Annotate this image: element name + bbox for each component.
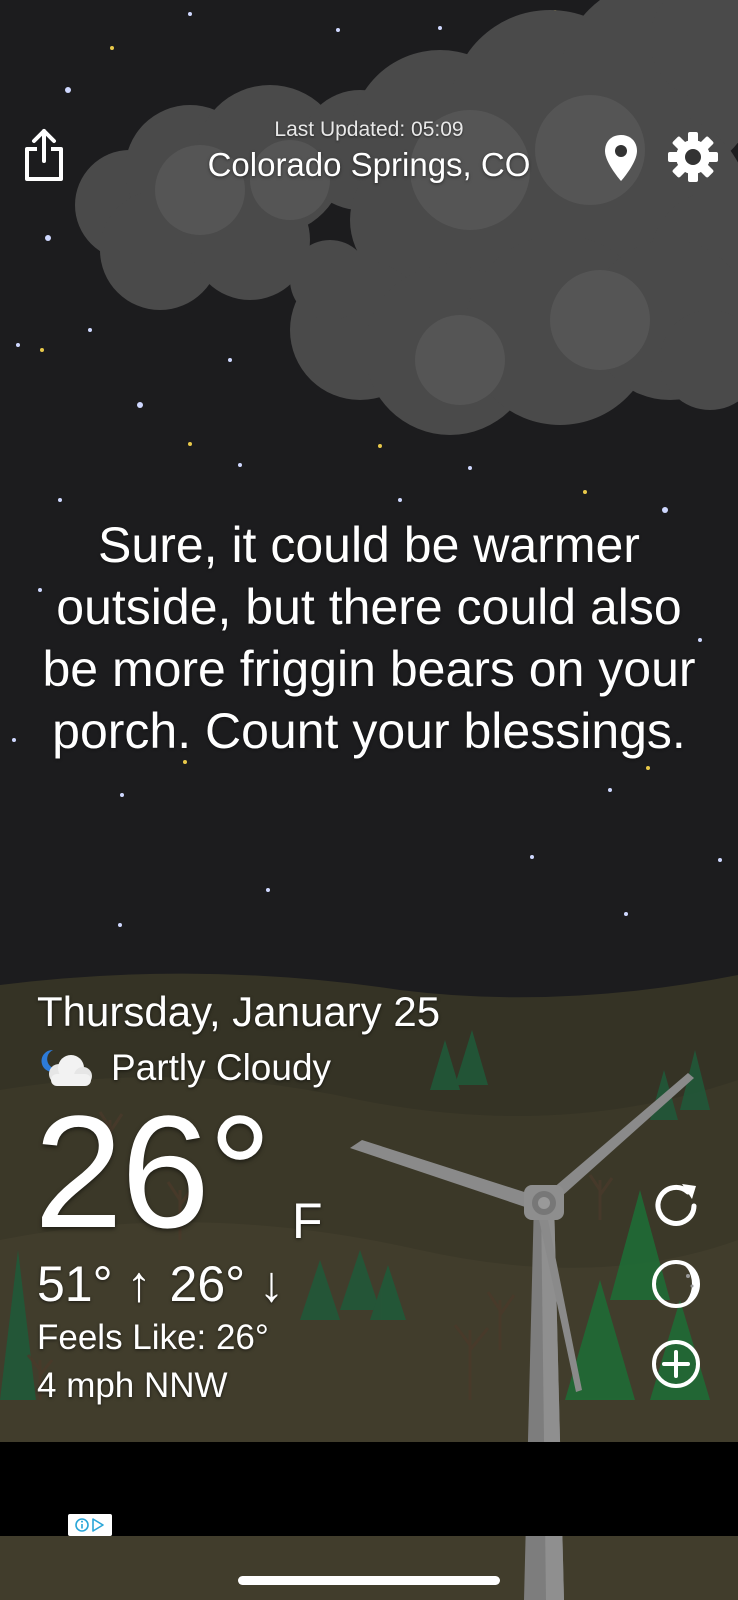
wind-label: 4 mph NNW — [37, 1366, 228, 1405]
current-temperature: 26° — [34, 1082, 272, 1261]
add-icon — [652, 1340, 700, 1388]
high-low-temperatures: 51° ↑ 26° ↓ — [37, 1256, 284, 1312]
high-temperature: 51° ↑ — [37, 1256, 152, 1312]
weather-screen: Last Updated: 05:09 Colorado Springs, CO — [0, 0, 738, 1600]
location-pin-icon — [605, 135, 637, 181]
ad-choices-badge[interactable] — [68, 1514, 112, 1536]
moon-phase-button[interactable] — [648, 1256, 704, 1312]
refresh-button[interactable] — [648, 1178, 704, 1234]
night-landscape-background — [0, 0, 738, 1600]
weather-quip: Sure, it could be warmer outside, but th… — [42, 517, 696, 759]
settings-button[interactable] — [664, 128, 722, 186]
location-button[interactable] — [600, 130, 642, 186]
moon-phase-icon — [652, 1260, 700, 1308]
low-temperature: 26° ↓ — [169, 1256, 285, 1312]
ad-choices-icon — [75, 1518, 104, 1532]
gear-icon — [668, 132, 718, 182]
home-indicator[interactable] — [238, 1576, 500, 1585]
refresh-icon — [655, 1184, 697, 1226]
add-location-button[interactable] — [648, 1336, 704, 1392]
feels-like-label: Feels Like: 26° — [37, 1318, 269, 1357]
temperature-unit[interactable]: F — [292, 1192, 323, 1250]
date-label: Thursday, January 25 — [37, 988, 441, 1035]
